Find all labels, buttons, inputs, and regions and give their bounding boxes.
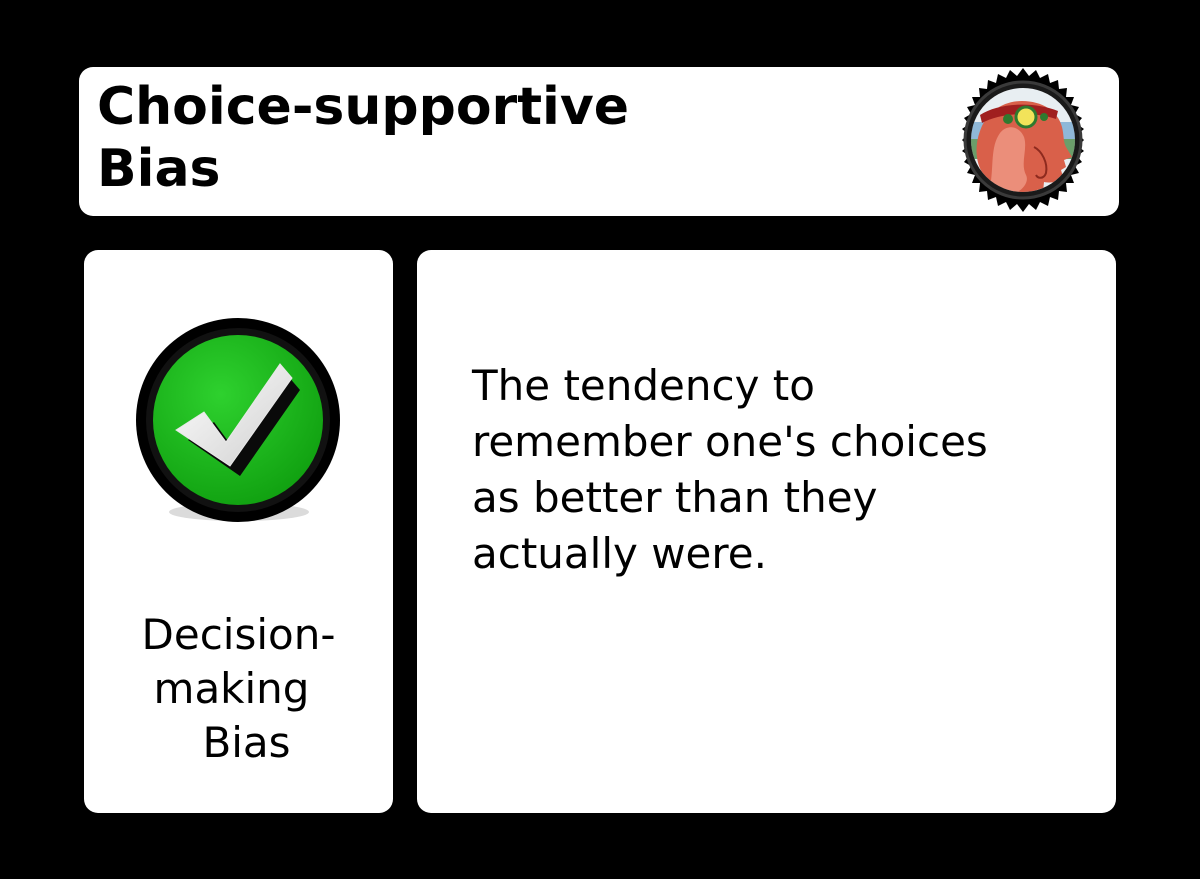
description-line-4: actually were. bbox=[472, 529, 767, 578]
category-label: Decision- making Bias bbox=[84, 608, 393, 770]
bias-description: The tendency to remember one's choices a… bbox=[472, 358, 1092, 582]
card-title-line-2: Bias bbox=[97, 139, 221, 199]
checkmark-icon bbox=[136, 318, 340, 522]
description-line-1: The tendency to bbox=[472, 361, 815, 410]
card-title: Choice-supportive Bias bbox=[97, 76, 797, 200]
category-panel: Decision- making Bias bbox=[84, 250, 393, 813]
description-panel: The tendency to remember one's choices a… bbox=[417, 250, 1116, 813]
profile-head-seal-icon bbox=[962, 68, 1084, 212]
bias-card: { "card": { "title_lines": ["Choice-supp… bbox=[0, 0, 1200, 879]
category-line-2: making bbox=[153, 664, 310, 713]
card-title-line-1: Choice-supportive bbox=[97, 77, 630, 137]
description-line-3: as better than they bbox=[472, 473, 878, 522]
description-line-2: remember one's choices bbox=[472, 417, 988, 466]
category-line-1: Decision- bbox=[141, 610, 336, 659]
category-line-3: Bias bbox=[202, 718, 291, 767]
title-panel: Choice-supportive Bias bbox=[79, 67, 1119, 216]
